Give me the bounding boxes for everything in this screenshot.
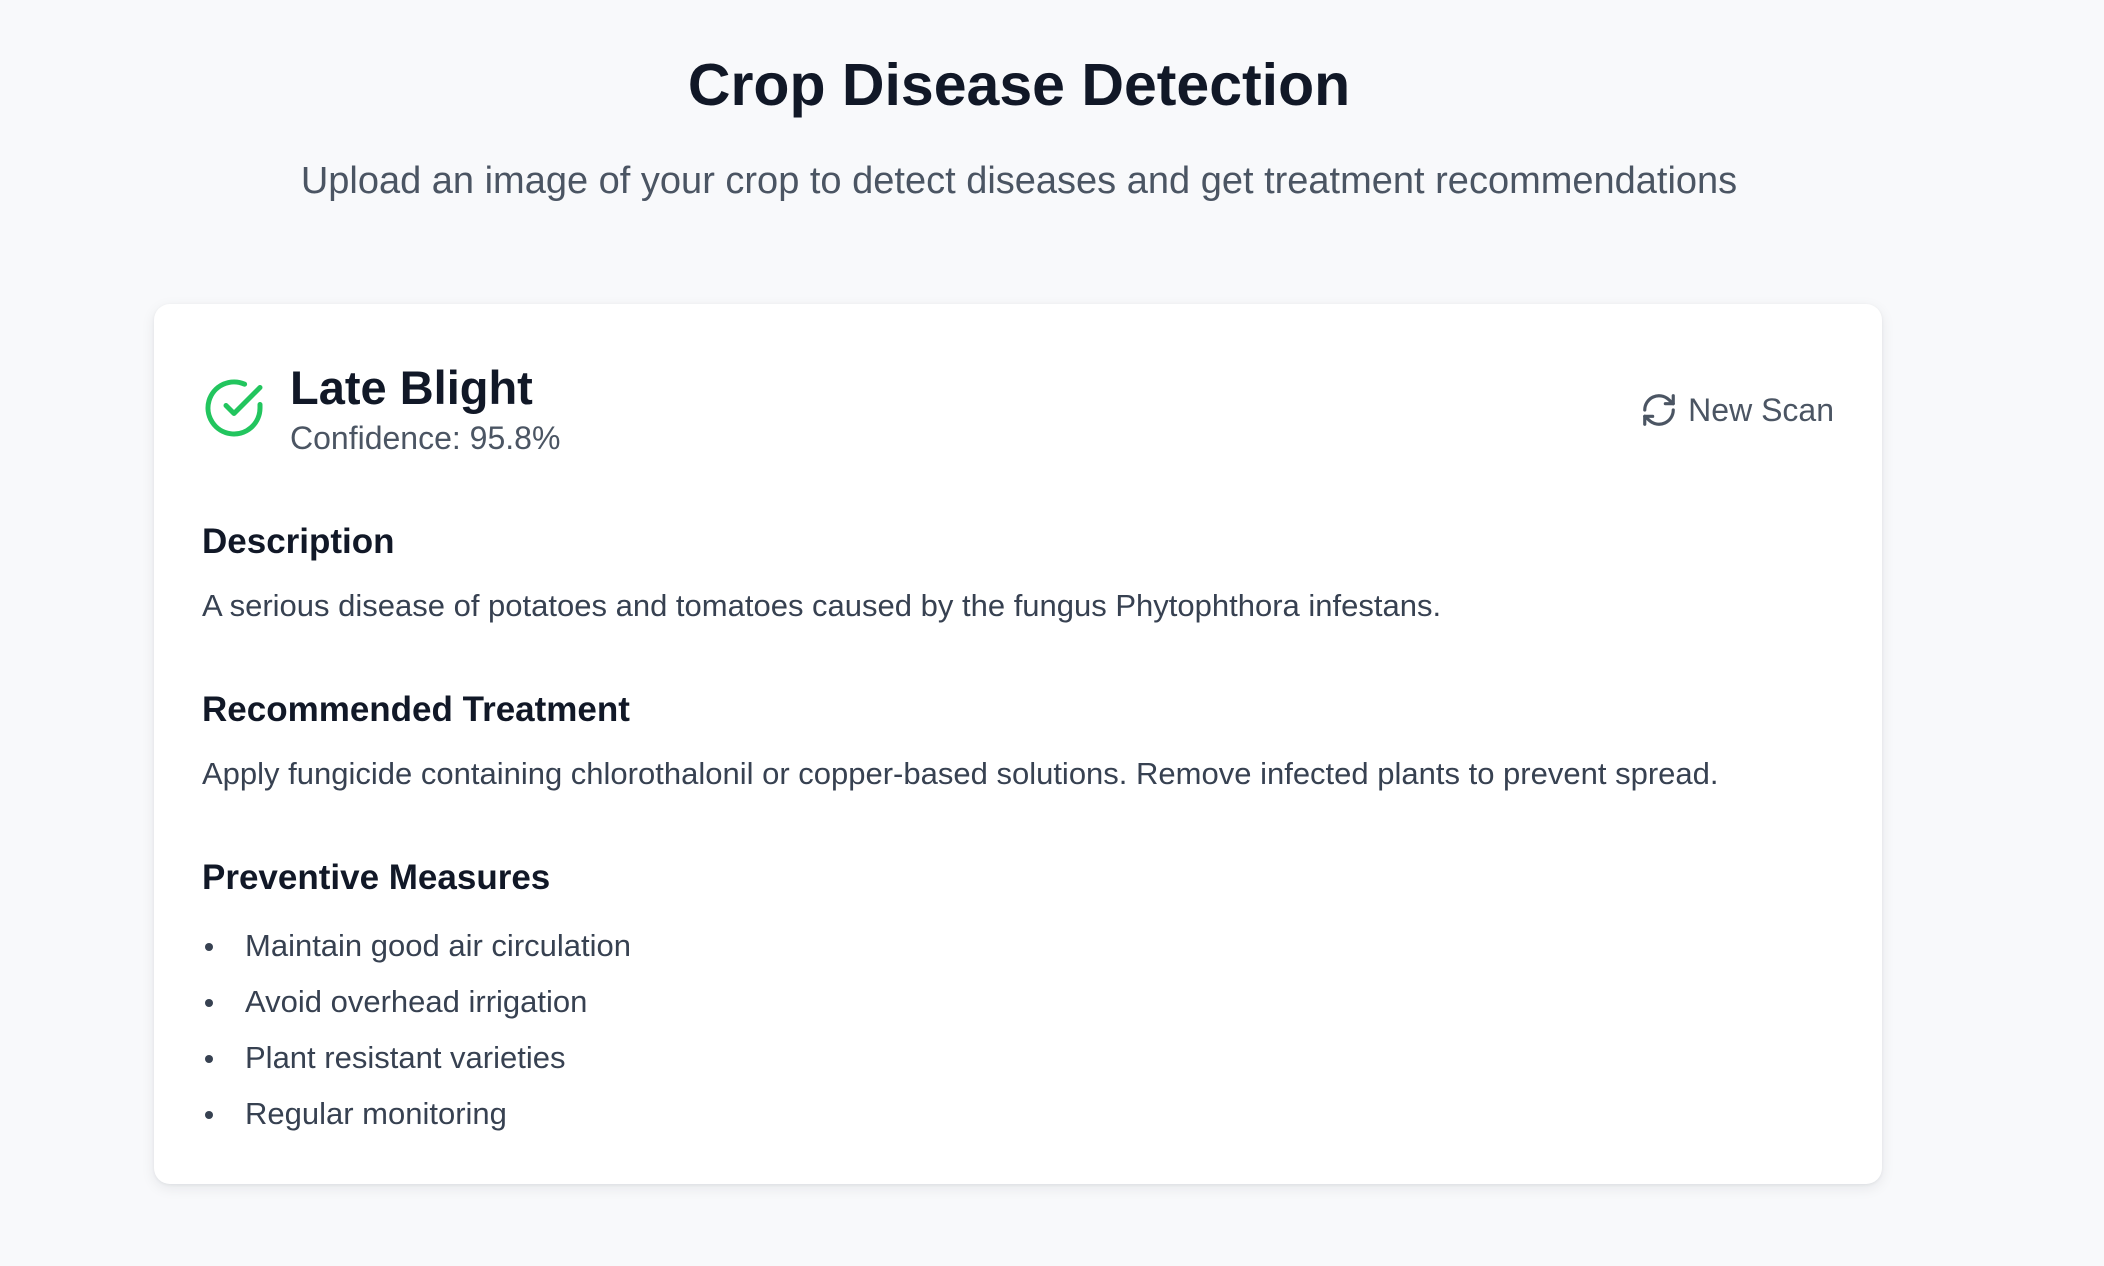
bullet-icon: [205, 1055, 213, 1063]
description-heading: Description: [202, 522, 395, 561]
result-header: Late Blight Confidence: 95.8% New Scan: [154, 304, 1882, 464]
preventive-measures-list: Maintain good air circulation Avoid over…: [202, 918, 631, 1142]
list-item: Maintain good air circulation: [202, 918, 631, 974]
new-scan-label: New Scan: [1688, 391, 1834, 428]
bullet-icon: [205, 943, 213, 951]
list-item-label: Avoid overhead irrigation: [245, 984, 588, 1019]
list-item-label: Plant resistant varieties: [245, 1040, 566, 1075]
treatment-text: Apply fungicide containing chlorothaloni…: [202, 756, 1719, 791]
page-title: Crop Disease Detection: [687, 52, 1351, 118]
new-scan-button[interactable]: New Scan: [1640, 386, 1834, 434]
prevention-heading: Preventive Measures: [202, 858, 551, 897]
check-circle-icon: [205, 379, 263, 437]
bullet-icon: [205, 1111, 213, 1119]
page-subtitle: Upload an image of your crop to detect d…: [300, 160, 1738, 202]
bullet-icon: [205, 999, 213, 1007]
treatment-heading: Recommended Treatment: [202, 690, 630, 729]
list-item-label: Maintain good air circulation: [245, 928, 631, 963]
refresh-icon: [1643, 394, 1675, 426]
list-item: Regular monitoring: [202, 1086, 631, 1142]
list-item: Avoid overhead irrigation: [202, 974, 631, 1030]
list-item: Plant resistant varieties: [202, 1030, 631, 1086]
disease-name: Late Blight: [290, 361, 533, 414]
result-card: Late Blight Confidence: 95.8% New Scan D…: [154, 304, 1882, 1184]
confidence-score: Confidence: 95.8%: [290, 420, 561, 456]
description-text: A serious disease of potatoes and tomato…: [202, 588, 1442, 623]
list-item-label: Regular monitoring: [245, 1096, 507, 1131]
